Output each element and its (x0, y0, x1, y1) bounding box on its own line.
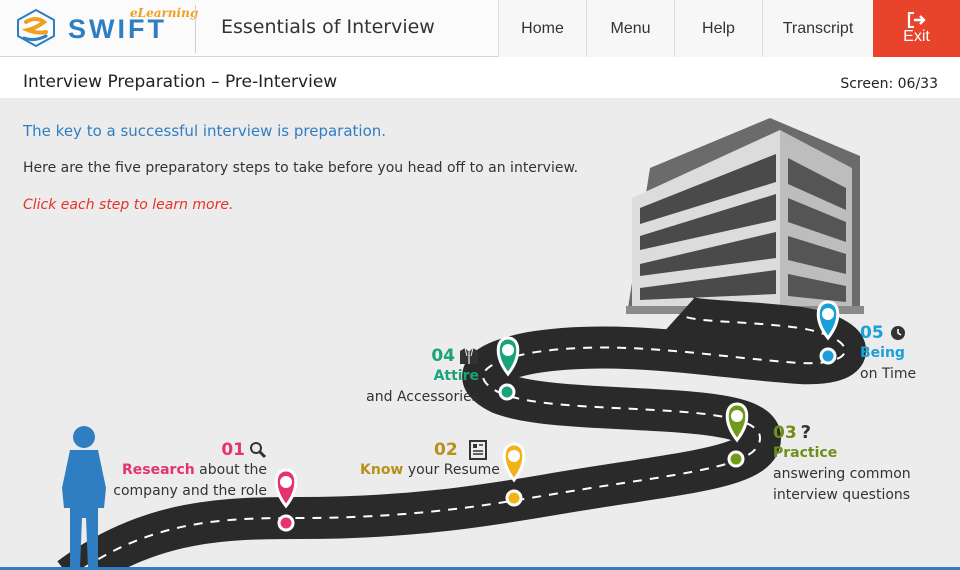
step-04[interactable]: 04 Attire and Accessories (366, 346, 479, 408)
step-03-number: 03 (773, 422, 797, 443)
logo-text: SWIFT (68, 14, 167, 44)
step-01-keyword: Research (121, 462, 195, 478)
step-03-keyword: Practice (773, 445, 838, 461)
step-04-number: 04 (431, 346, 455, 366)
step-05-number: 05 (860, 323, 884, 343)
screen-header: Interview Preparation – Pre-Interview Sc… (0, 58, 960, 98)
question-icon: ? (800, 422, 812, 443)
exit-label: Exit (903, 27, 930, 45)
step-03[interactable]: 03 ? Practice answering common interview… (773, 422, 911, 506)
step-03-text-3: interview questions (773, 487, 911, 503)
exit-button[interactable]: Exit (873, 0, 960, 57)
app-header: eLearning SWIFT Essentials of Interview … (0, 0, 960, 57)
screen-counter: Screen: 06/33 (840, 76, 938, 92)
search-icon (250, 442, 267, 459)
step-05-text-2: on Time (860, 366, 917, 382)
step-01-number: 01 (221, 440, 245, 460)
clock-icon (890, 326, 905, 340)
description-text: Here are the five preparatory steps to t… (23, 160, 579, 176)
step-02-number: 02 (434, 440, 458, 460)
logo-mark-icon (17, 8, 55, 48)
content-area: The key to a successful interview is pre… (0, 98, 960, 570)
step-03-text-2: answering common (773, 466, 911, 482)
intro-text: The key to a successful interview is pre… (23, 122, 387, 140)
step-01-text-1: about the (194, 462, 267, 478)
step-05[interactable]: 05 Being on Time (860, 323, 916, 385)
document-icon (468, 440, 487, 460)
step-04-keyword: Attire (433, 368, 479, 384)
transcript-button[interactable]: Transcript (762, 0, 873, 57)
step-02-text-1: your Resume (403, 462, 500, 478)
step-05-keyword: Being (860, 345, 905, 361)
swift-logo: eLearning SWIFT (14, 6, 198, 52)
screen-title: Interview Preparation – Pre-Interview (23, 72, 338, 92)
pin-step-02[interactable] (502, 442, 526, 507)
help-button[interactable]: Help (674, 0, 762, 57)
jacket-icon (460, 347, 478, 364)
top-nav: Home Menu Help Transcript (498, 0, 873, 57)
exit-icon (907, 11, 926, 28)
building-illustration (626, 118, 864, 314)
step-04-text-2: and Accessories (366, 389, 479, 405)
course-title: Essentials of Interview (221, 16, 435, 38)
header-divider (195, 5, 196, 53)
home-button[interactable]: Home (498, 0, 586, 57)
menu-button[interactable]: Menu (586, 0, 674, 57)
step-01-text-2: company and the role (113, 483, 267, 499)
step-02[interactable]: 02 Know your Resume (360, 440, 500, 481)
instruction-text: Click each step to learn more. (23, 197, 234, 213)
step-02-keyword: Know (360, 462, 404, 478)
step-01[interactable]: 01 Research about the company and the ro… (113, 440, 267, 502)
